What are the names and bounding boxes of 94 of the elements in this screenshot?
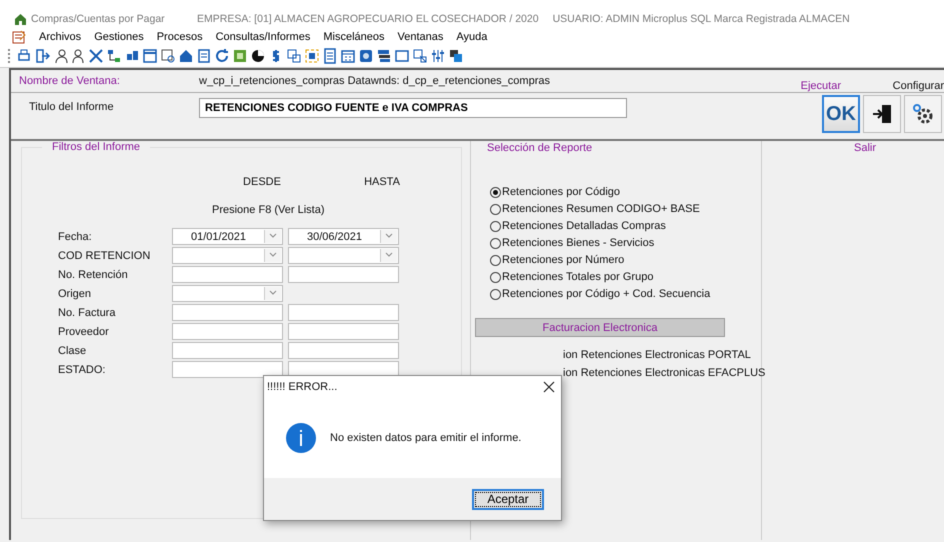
shrink-icon[interactable] <box>412 48 428 64</box>
gear-icon <box>911 102 935 126</box>
user-icon[interactable] <box>70 48 86 64</box>
radio-option[interactable]: ion Retenciones Electronicas PORTAL <box>563 349 761 361</box>
window-name-value: w_cp_i_retenciones_compras Datawnds: d_cp_e_retenciones_compras <box>199 75 551 87</box>
document-icon[interactable] <box>196 48 212 64</box>
menu-item[interactable]: Misceláneos <box>323 30 384 42</box>
field-label: ESTADO: <box>57 364 106 376</box>
hint-text: Presione F8 (Ver Lista) <box>211 203 326 218</box>
window-icon[interactable] <box>142 48 158 64</box>
execute-label: Ejecutar <box>800 79 842 92</box>
door-arrow-icon <box>871 103 893 125</box>
radio-option[interactable]: Retenciones Totales por Grupo <box>490 271 761 283</box>
chevron-down-icon <box>385 252 393 258</box>
input-field[interactable] <box>172 304 283 321</box>
company-label: EMPRESA: [01] ALMACEN AGROPECUARIO EL COSECHADOR / 2020 <box>197 13 539 25</box>
app-title: Compras/Cuentas por Pagar <box>31 13 166 25</box>
dropdown-field[interactable] <box>288 247 399 264</box>
input-field[interactable] <box>172 342 283 359</box>
radio-button[interactable] <box>490 238 501 248</box>
radio-button[interactable] <box>490 204 501 214</box>
radio-button[interactable] <box>490 272 501 282</box>
close-icon[interactable] <box>543 381 555 393</box>
exit-arrow-icon[interactable] <box>34 48 50 64</box>
section-header: Facturacion Electronica <box>475 318 725 337</box>
window-name-label: Nombre de Ventana: <box>19 75 121 87</box>
radio-option[interactable]: Retenciones por Número <box>490 254 761 266</box>
field-label: Origen <box>57 288 92 300</box>
user-label: USUARIO: ADMIN Microplus SQL Marca Registrada ALMACEN <box>552 13 850 25</box>
column-heading: DESDE <box>242 176 282 188</box>
resize-icon[interactable] <box>286 48 302 64</box>
exit-label: Salir <box>854 142 878 154</box>
chevron-down-icon <box>269 252 277 258</box>
exit-button[interactable] <box>863 95 901 133</box>
sliders-icon[interactable] <box>430 48 446 64</box>
input-field[interactable] <box>172 266 283 283</box>
input-field[interactable] <box>172 323 283 340</box>
group-title: Selección de Reporte <box>485 142 594 154</box>
column-heading: HASTA <box>363 176 401 188</box>
input-field[interactable] <box>288 266 399 283</box>
menu-item[interactable]: Consultas/Informes <box>216 30 310 42</box>
report-title-field[interactable]: RETENCIONES CODIGO FUENTE e IVA COMPRAS <box>199 98 627 118</box>
field-label: No. Factura <box>57 306 116 318</box>
pie-chart-icon[interactable] <box>250 48 266 64</box>
dropdown-field[interactable] <box>172 285 283 302</box>
ok-button[interactable]: OK <box>822 95 860 133</box>
field-label: Clase <box>57 344 88 356</box>
accept-button[interactable]: Aceptar <box>472 488 544 510</box>
blank-window-icon[interactable] <box>394 48 410 64</box>
radio-option[interactable]: Retenciones Bienes - Servicios <box>490 237 761 249</box>
radio-option[interactable]: Retenciones Resumen CODIGO+ BASE <box>490 203 761 215</box>
field-label: Fecha: <box>57 230 93 242</box>
dropdown-field[interactable]: 30/06/2021 <box>288 228 399 245</box>
configure-label: Configurar <box>892 79 944 92</box>
dropdown-field[interactable]: 01/01/2021 <box>172 228 283 245</box>
printer-icon[interactable] <box>16 48 32 64</box>
dialog-title: !!!!!! ERROR... <box>267 381 338 393</box>
calculator-icon[interactable] <box>322 48 338 64</box>
chevron-down-icon <box>269 233 277 239</box>
radio-option[interactable]: Retenciones por Código <box>490 186 761 198</box>
group-title: Filtros del Informe <box>42 141 150 153</box>
menu-item[interactable]: Archivos <box>39 30 82 42</box>
chevron-down-icon <box>269 290 277 296</box>
refresh-icon[interactable] <box>214 48 230 64</box>
menu-item[interactable]: Ventanas <box>397 30 444 42</box>
chevron-down-icon <box>385 233 393 239</box>
radio-button[interactable] <box>490 288 501 300</box>
search-window-icon[interactable] <box>160 48 176 64</box>
dialog-message: No existen datos para emitir el informe. <box>330 432 522 444</box>
radio-option[interactable]: Retenciones Detalladas Compras <box>490 220 761 232</box>
input-field[interactable] <box>288 323 399 340</box>
cascade-icon[interactable] <box>448 48 464 64</box>
input-field[interactable] <box>288 342 399 359</box>
menu-item[interactable]: Ayuda <box>456 30 488 42</box>
input-field[interactable] <box>288 304 399 321</box>
stack-icon[interactable] <box>376 48 392 64</box>
radio-option[interactable]: Retenciones por Código + Cod. Secuencia <box>490 288 761 300</box>
radio-button[interactable] <box>490 186 501 198</box>
field-label: No. Retención <box>57 268 129 280</box>
house-icon <box>14 13 27 25</box>
settings-button[interactable] <box>904 95 942 133</box>
input-field[interactable] <box>172 361 283 378</box>
radio-button[interactable] <box>490 220 501 232</box>
tree-icon[interactable] <box>106 48 122 64</box>
report-title-label: Titulo del Informe <box>29 100 115 113</box>
menu-item[interactable]: Procesos <box>156 30 203 42</box>
info-icon <box>286 423 316 453</box>
calendar-icon[interactable] <box>340 48 356 64</box>
radio-button[interactable] <box>490 254 501 266</box>
field-label: Proveedor <box>57 326 110 338</box>
field-label: COD RETENCION <box>57 250 152 262</box>
menu-item[interactable]: Gestiones <box>94 30 144 42</box>
dropdown-field[interactable] <box>172 247 283 264</box>
home-icon[interactable] <box>178 48 194 64</box>
